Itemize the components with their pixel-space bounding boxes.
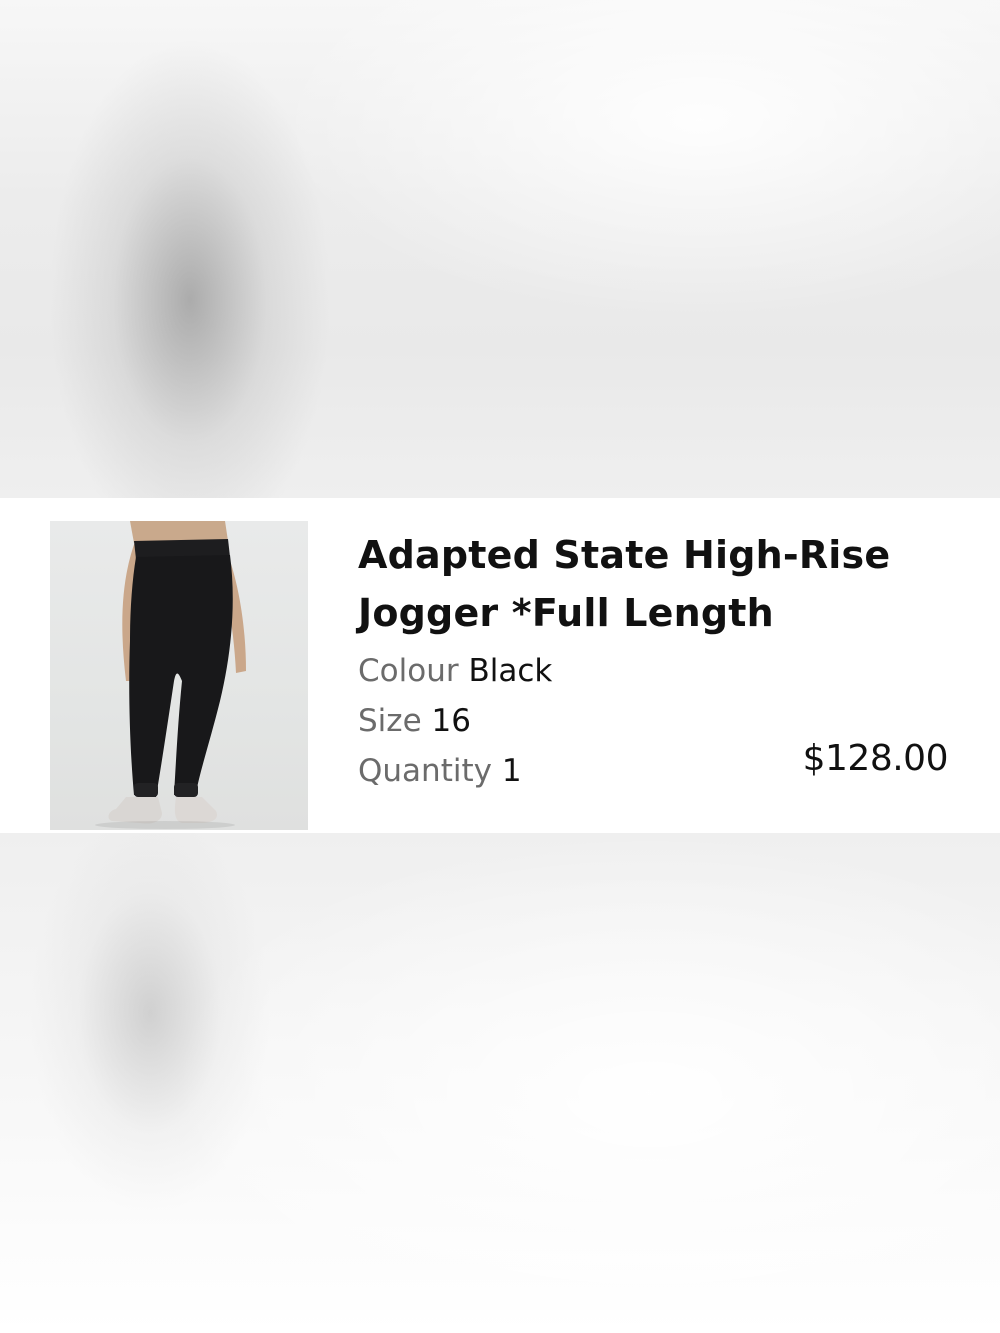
- colour-value: Black: [468, 653, 553, 689]
- size-label: Size: [358, 703, 422, 739]
- product-price: $128.00: [802, 738, 949, 779]
- size-value: 16: [431, 703, 471, 739]
- product-colour: Colour Black: [358, 646, 958, 696]
- blurred-background-bottom: [0, 833, 1000, 1333]
- blurred-background-top: [0, 0, 1000, 498]
- product-image[interactable]: [50, 521, 308, 830]
- cart-item-card: Adapted State High-Rise Jogger *Full Len…: [0, 498, 1000, 833]
- quantity-label: Quantity: [358, 753, 492, 789]
- jogger-photo-icon: [95, 521, 246, 829]
- product-name[interactable]: Adapted State High-Rise Jogger *Full Len…: [358, 526, 958, 642]
- colour-label: Colour: [358, 653, 459, 689]
- quantity-value: 1: [501, 753, 522, 789]
